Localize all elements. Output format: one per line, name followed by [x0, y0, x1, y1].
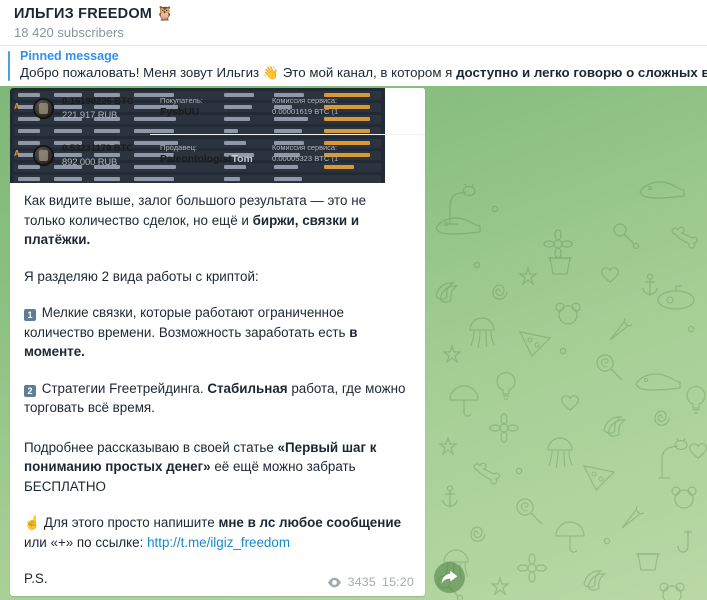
rub-amount: 221 917 RUB [62, 109, 118, 120]
paragraph-two-types: Я разделяю 2 вида работы с криптой: [24, 268, 259, 284]
bitcoin-coin-icon [33, 145, 54, 166]
item2-bold: Стабильная [207, 380, 288, 396]
message-meta: 3435 15:20 [327, 575, 414, 589]
pinned-text-middle: Это мой канал, в котором я [282, 65, 457, 80]
counterparty-name: PaleontologistTom [160, 154, 253, 165]
paragraph-intro: Как видите выше, залог большого результа… [24, 191, 411, 250]
message-time: 15:20 [381, 575, 414, 589]
item1-text: Мелкие связки, которые работают ограниче… [24, 305, 350, 340]
pinned-label: Pinned message [20, 49, 119, 63]
wave-emoji: 👋 [262, 65, 280, 80]
fee-label: Комиссия сервиса: [272, 96, 338, 105]
fee-value: 0.00005323 BTC (1 [272, 154, 339, 163]
share-button[interactable] [434, 562, 465, 593]
pinned-message-bar[interactable]: Pinned message Добро пожаловать! Меня зо… [0, 46, 707, 86]
fee-value: 0.00001619 BTC (1 [272, 107, 339, 116]
channel-header[interactable]: ИЛЬГИЗ FREEDOM 🦉 18 420 subscribers [0, 0, 707, 46]
telegram-link[interactable]: http://t.me/ilgiz_freedom [147, 535, 290, 550]
keycap-two-icon: 2 [24, 384, 36, 397]
message-photo[interactable]: A 0.16198226 BTC 221 917 RUB Покупатель:… [10, 88, 425, 183]
counterparty-main: FysbUU [160, 107, 200, 118]
message-bubble[interactable]: A 0.16198226 BTC 221 917 RUB Покупатель:… [10, 88, 425, 596]
transaction-row: A 0.16198226 BTC 221 917 RUB Покупатель:… [10, 88, 425, 134]
counterparty-main: Paleontologist [160, 154, 232, 165]
owl-emoji: 🦉 [156, 5, 174, 21]
cta-bold: мне в лс любое сообщение [218, 515, 402, 530]
grade-badge: A [14, 149, 20, 158]
subscriber-count: 18 420 subscribers [14, 25, 124, 40]
grade-badge: A [14, 102, 20, 111]
channel-title: ИЛЬГИЗ FREEDOM 🦉 [14, 5, 707, 23]
btc-amount: 0.16198226 BTC [62, 96, 134, 107]
transaction-row: A 0.53231179 BTC 892 000 RUB Продавец: P… [10, 135, 425, 181]
bitcoin-coin-icon [33, 98, 54, 119]
view-count: 3435 [347, 575, 376, 589]
pinned-accent-bar [8, 51, 10, 81]
paragraph-article: Подробнее рассказываю в своей статье «Пе… [24, 438, 411, 497]
fee-label: Комиссия сервиса: [272, 143, 338, 152]
cta-tail: или «+» по ссылке: [24, 534, 148, 550]
pinned-text: Добро пожаловать! Меня зовут Ильгиз 👋 Эт… [20, 64, 707, 81]
counterparty-name: FysbUU [160, 107, 199, 118]
point-up-emoji: ☝️ [24, 515, 41, 530]
rub-amount: 892 000 RUB [62, 156, 118, 167]
role-label: Продавец: [160, 143, 198, 152]
channel-title-text: ИЛЬГИЗ FREEDOM [14, 6, 153, 22]
list-item-1: 1 Мелкие связки, которые работают ограни… [24, 303, 411, 362]
counterparty-faded: Tom [231, 154, 253, 165]
keycap-one-icon: 1 [24, 309, 36, 321]
cta-text: Для этого просто напишите [40, 515, 219, 530]
forward-arrow-icon [441, 570, 458, 584]
list-item-2: 2 Стратегии Freeтрейдинга. Стабильная ра… [24, 379, 411, 418]
article-text: Подробнее рассказываю в своей статье [24, 439, 278, 455]
telegram-channel-view: ИЛЬГИЗ FREEDOM 🦉 18 420 subscribers Pinne… [0, 0, 707, 600]
views-eye-icon [327, 577, 341, 587]
role-label: Покупатель: [160, 96, 203, 105]
pinned-text-bold: доступно и легко говорю о сложных вещах [456, 65, 707, 80]
message-text: Как видите выше, залог большого результа… [10, 183, 425, 596]
paragraph-cta: ☝️ Для этого просто напишите мне в лс лю… [24, 513, 411, 552]
btc-amount: 0.53231179 BTC [62, 143, 134, 154]
pinned-text-before: Добро пожаловать! Меня зовут Ильгиз [20, 65, 260, 80]
item2-text: Стратегии Freeтрейдинга. [38, 380, 208, 396]
